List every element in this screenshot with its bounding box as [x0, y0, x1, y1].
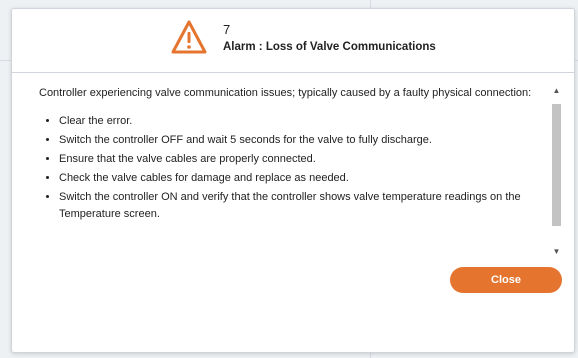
message-intro: Controller experiencing valve communicat… [39, 87, 532, 99]
scrollbar-thumb[interactable] [552, 104, 561, 226]
dialog-body: Controller experiencing valve communicat… [12, 73, 574, 256]
scroll-down-icon[interactable]: ▼ [551, 246, 562, 257]
step-item: Ensure that the valve cables are properl… [59, 151, 539, 168]
dialog-footer: Close [12, 261, 574, 301]
dialog-header: 7 Alarm : Loss of Valve Communications [12, 9, 574, 73]
step-item: Clear the error. [59, 113, 539, 130]
scroll-up-icon[interactable]: ▲ [551, 85, 562, 96]
alarm-code: 7 [223, 22, 231, 37]
step-item: Check the valve cables for damage and re… [59, 170, 539, 187]
close-button[interactable]: Close [450, 267, 562, 293]
alarm-dialog: 7 Alarm : Loss of Valve Communications C… [11, 8, 575, 353]
vertical-scrollbar[interactable]: ▲ ▼ [551, 85, 562, 257]
troubleshooting-steps: Clear the error. Switch the controller O… [39, 113, 539, 223]
alarm-title: Alarm : Loss of Valve Communications [223, 41, 436, 53]
step-item: Switch the controller OFF and wait 5 sec… [59, 132, 539, 149]
warning-triangle-icon [171, 20, 207, 54]
step-item: Switch the controller ON and verify that… [59, 189, 539, 223]
message-content: Controller experiencing valve communicat… [39, 85, 539, 225]
